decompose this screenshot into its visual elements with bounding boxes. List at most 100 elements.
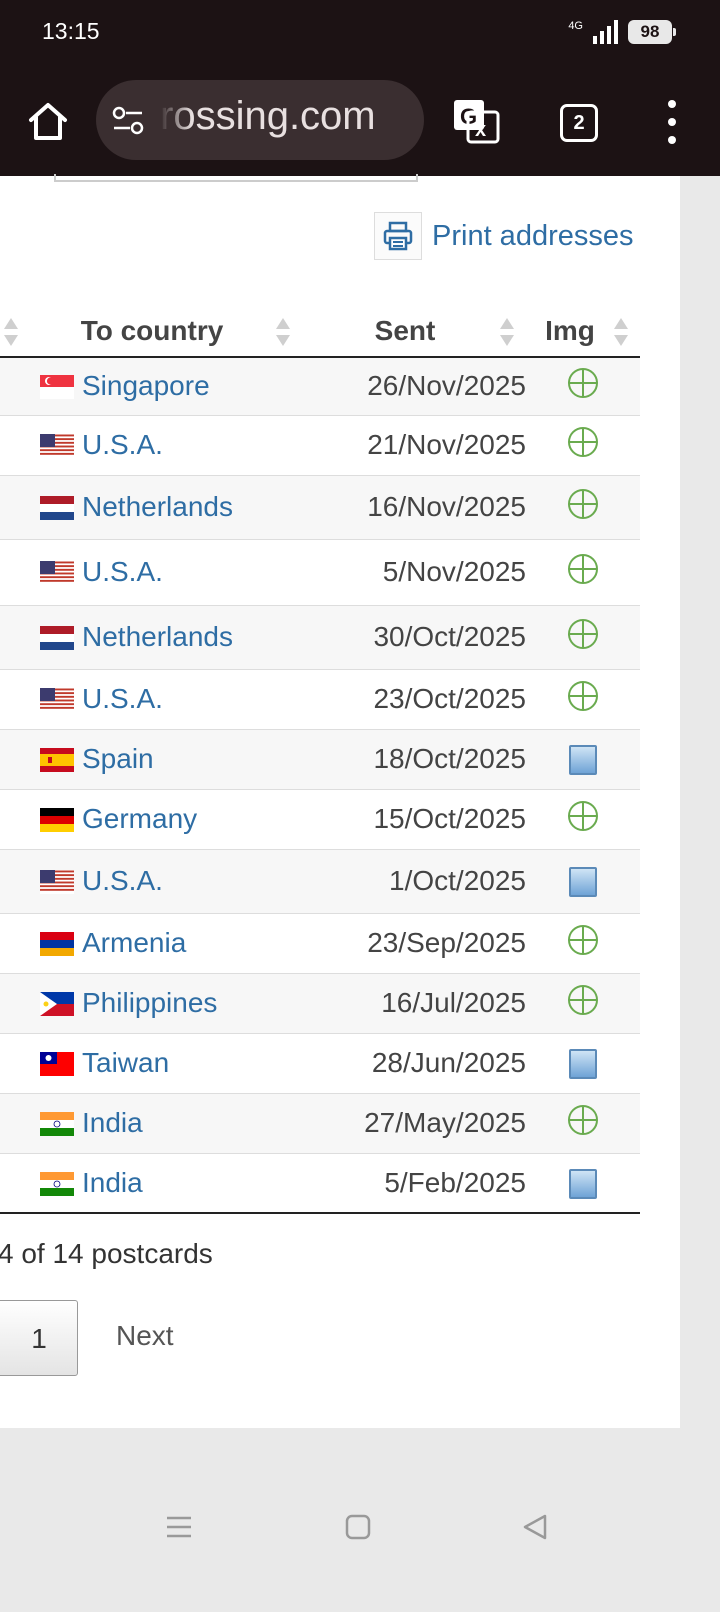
armenia-flag-icon (40, 931, 74, 956)
tab-switcher-button[interactable]: 2 (560, 104, 598, 142)
country-link[interactable]: Netherlands (82, 491, 233, 523)
country-cell: U.S.A. (28, 539, 298, 606)
row-lead-cell (0, 789, 28, 850)
image-cell (526, 729, 640, 790)
column-header-sent[interactable]: Sent (298, 304, 526, 358)
country-link[interactable]: India (82, 1107, 143, 1139)
next-page-link[interactable]: Next (116, 1320, 174, 1352)
country-cell: U.S.A. (28, 849, 298, 914)
postcard-count: 4 of 14 postcards (0, 1238, 213, 1269)
country-link[interactable]: India (82, 1167, 143, 1199)
translate-button[interactable]: G x (452, 98, 500, 144)
print-addresses-link[interactable]: Print addresses (374, 212, 634, 260)
image-cell (526, 789, 640, 850)
country-cell: Spain (28, 729, 298, 790)
india-flag-icon (40, 1111, 74, 1136)
image-cell (526, 973, 640, 1034)
plus-icon[interactable] (567, 680, 599, 719)
sent-date: 23/Oct/2025 (298, 669, 526, 730)
plus-icon[interactable] (567, 426, 599, 465)
printer-icon (374, 212, 422, 260)
country-link[interactable]: U.S.A. (82, 556, 163, 588)
sort-icon (614, 318, 628, 346)
page-content: Print addresses To country Sent Img Sing… (0, 174, 680, 1428)
country-link[interactable]: U.S.A. (82, 683, 163, 715)
country-link[interactable]: Spain (82, 743, 154, 775)
sort-icon (500, 318, 514, 346)
usa-flag-icon (40, 869, 74, 894)
image-cell (526, 415, 640, 476)
print-addresses-label: Print addresses (432, 219, 634, 252)
row-lead-cell (0, 1153, 28, 1214)
postcards-table: To country Sent Img Singapore 26/Nov/2025… (0, 304, 640, 1214)
battery-icon: 98 (628, 20, 676, 44)
country-cell: India (28, 1153, 298, 1214)
sent-date: 5/Nov/2025 (298, 539, 526, 606)
address-bar[interactable]: rossing.com (96, 80, 424, 160)
country-link[interactable]: Singapore (82, 370, 210, 402)
plus-icon[interactable] (567, 553, 599, 592)
signal-icon (593, 20, 618, 44)
table-row: Singapore 26/Nov/2025 (0, 357, 640, 416)
recents-menu-icon[interactable] (164, 1512, 194, 1542)
plus-icon[interactable] (567, 367, 599, 406)
photo-icon[interactable] (569, 1049, 597, 1080)
photo-icon[interactable] (569, 1169, 597, 1200)
status-icons: 4G 98 (568, 16, 676, 48)
sort-icon (276, 318, 290, 346)
country-link[interactable]: Philippines (82, 987, 217, 1019)
plus-icon[interactable] (567, 924, 599, 963)
column-header-country[interactable]: To country (28, 304, 298, 358)
sent-date: 1/Oct/2025 (298, 849, 526, 914)
country-cell: India (28, 1093, 298, 1154)
search-box-edge (54, 174, 418, 182)
svg-text:x: x (475, 119, 486, 141)
usa-flag-icon (40, 687, 74, 712)
home-nav-icon[interactable] (343, 1512, 373, 1542)
plus-icon[interactable] (567, 1104, 599, 1143)
country-link[interactable]: Germany (82, 803, 197, 835)
table-header-row: To country Sent Img (0, 304, 640, 358)
plus-icon[interactable] (567, 800, 599, 839)
column-header-previous[interactable] (0, 304, 28, 358)
row-lead-cell (0, 973, 28, 1034)
sent-date: 30/Oct/2025 (298, 605, 526, 670)
row-lead-cell (0, 913, 28, 974)
singapore-flag-icon (40, 374, 74, 400)
site-settings-icon[interactable] (112, 106, 144, 136)
photo-icon[interactable] (569, 867, 597, 898)
plus-icon[interactable] (567, 984, 599, 1023)
spain-flag-icon (40, 747, 74, 772)
country-cell: Netherlands (28, 605, 298, 670)
back-nav-icon[interactable] (520, 1512, 550, 1542)
row-lead-cell (0, 849, 28, 914)
country-link[interactable]: Armenia (82, 927, 186, 959)
country-cell: U.S.A. (28, 415, 298, 476)
table-row: U.S.A. 1/Oct/2025 (0, 849, 640, 914)
country-link[interactable]: Taiwan (82, 1047, 169, 1079)
column-header-img[interactable]: Img (526, 304, 640, 358)
country-cell: Armenia (28, 913, 298, 974)
home-icon (29, 103, 67, 140)
sent-date: 23/Sep/2025 (298, 913, 526, 974)
plus-icon[interactable] (567, 618, 599, 657)
home-button[interactable] (24, 98, 72, 146)
page-1-button[interactable]: 1 (0, 1300, 78, 1376)
country-link[interactable]: U.S.A. (82, 865, 163, 897)
image-cell (526, 1153, 640, 1214)
plus-icon[interactable] (567, 488, 599, 527)
image-cell (526, 1093, 640, 1154)
photo-icon[interactable] (569, 745, 597, 776)
netherlands-flag-icon (40, 625, 74, 650)
sent-date: 21/Nov/2025 (298, 415, 526, 476)
image-cell (526, 1033, 640, 1094)
country-link[interactable]: U.S.A. (82, 429, 163, 461)
row-lead-cell (0, 729, 28, 790)
more-menu-icon[interactable] (666, 100, 678, 144)
country-cell: U.S.A. (28, 669, 298, 730)
image-cell (526, 669, 640, 730)
sent-date: 26/Nov/2025 (298, 357, 526, 416)
country-link[interactable]: Netherlands (82, 621, 233, 653)
table-row: U.S.A. 23/Oct/2025 (0, 669, 640, 730)
status-bar: 13:15 4G 98 (0, 0, 720, 64)
